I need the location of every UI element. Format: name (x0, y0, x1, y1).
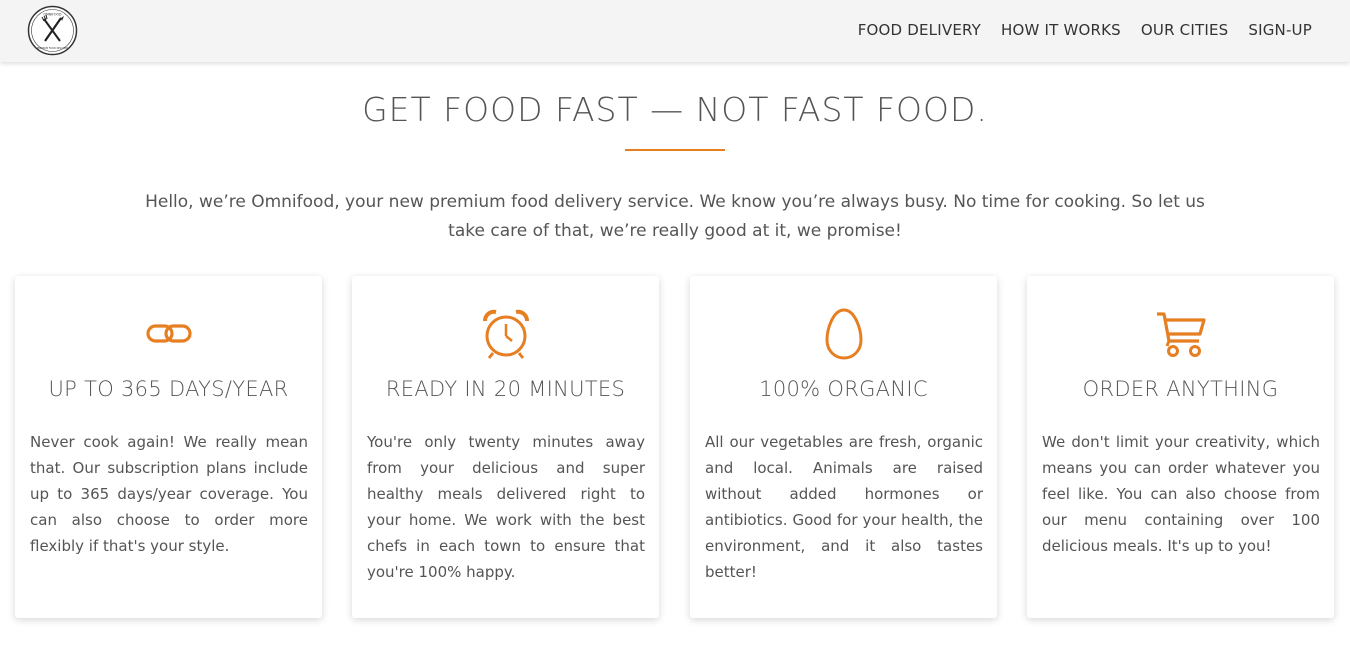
feature-title: UP TO 365 DAYS/YEAR (48, 377, 289, 401)
feature-text: We don't limit your creativity, which me… (1042, 433, 1320, 555)
shopping-cart-icon (1156, 312, 1206, 357)
nav-our-cities[interactable]: OUR CITIES (1141, 20, 1228, 40)
alarm-clock-icon (482, 309, 529, 359)
feature-text: You're only twenty minutes away from you… (367, 433, 645, 581)
infinity-link-icon (145, 324, 192, 343)
feature-card-20-minutes: READY IN 20 MINUTES You're only twenty m… (352, 276, 659, 618)
section-title: GET FOOD FAST — NOT FAST FOOD. (362, 90, 988, 129)
egg-icon (824, 308, 863, 360)
nav-how-it-works[interactable]: HOW IT WORKS (1001, 20, 1121, 40)
title-divider (625, 149, 725, 151)
feature-title: READY IN 20 MINUTES (385, 377, 626, 401)
feature-card-365-days: UP TO 365 DAYS/YEAR Never cook again! We… (15, 276, 322, 618)
main-nav: FOOD DELIVERY HOW IT WORKS OUR CITIES SI… (858, 20, 1312, 40)
svg-text:PREMIUM FOOD DELIVERY: PREMIUM FOOD DELIVERY (37, 47, 69, 50)
fork-knife-logo-icon: OMNIFOOD PREMIUM FOOD DELIVERY (27, 5, 78, 56)
feature-card-organic: 100% ORGANIC All our vegetables are fres… (690, 276, 997, 618)
feature-title: ORDER ANYTHING (1082, 377, 1279, 401)
omnifood-logo[interactable]: OMNIFOOD PREMIUM FOOD DELIVERY (27, 5, 78, 56)
feature-text: Never cook again! We really mean that. O… (30, 433, 308, 555)
nav-food-delivery[interactable]: FOOD DELIVERY (858, 20, 981, 40)
feature-title: 100% ORGANIC (759, 377, 928, 401)
header-bar: OMNIFOOD PREMIUM FOOD DELIVERY FOOD DELI… (0, 0, 1350, 62)
nav-sign-up[interactable]: SIGN-UP (1248, 20, 1312, 40)
feature-card-order-anything: ORDER ANYTHING We don't limit your creat… (1027, 276, 1334, 618)
section-intro: Hello, we’re Omnifood, your new premium … (145, 192, 1205, 241)
svg-text:OMNIFOOD: OMNIFOOD (44, 13, 62, 17)
feature-text: All our vegetables are fresh, organic an… (705, 433, 983, 581)
